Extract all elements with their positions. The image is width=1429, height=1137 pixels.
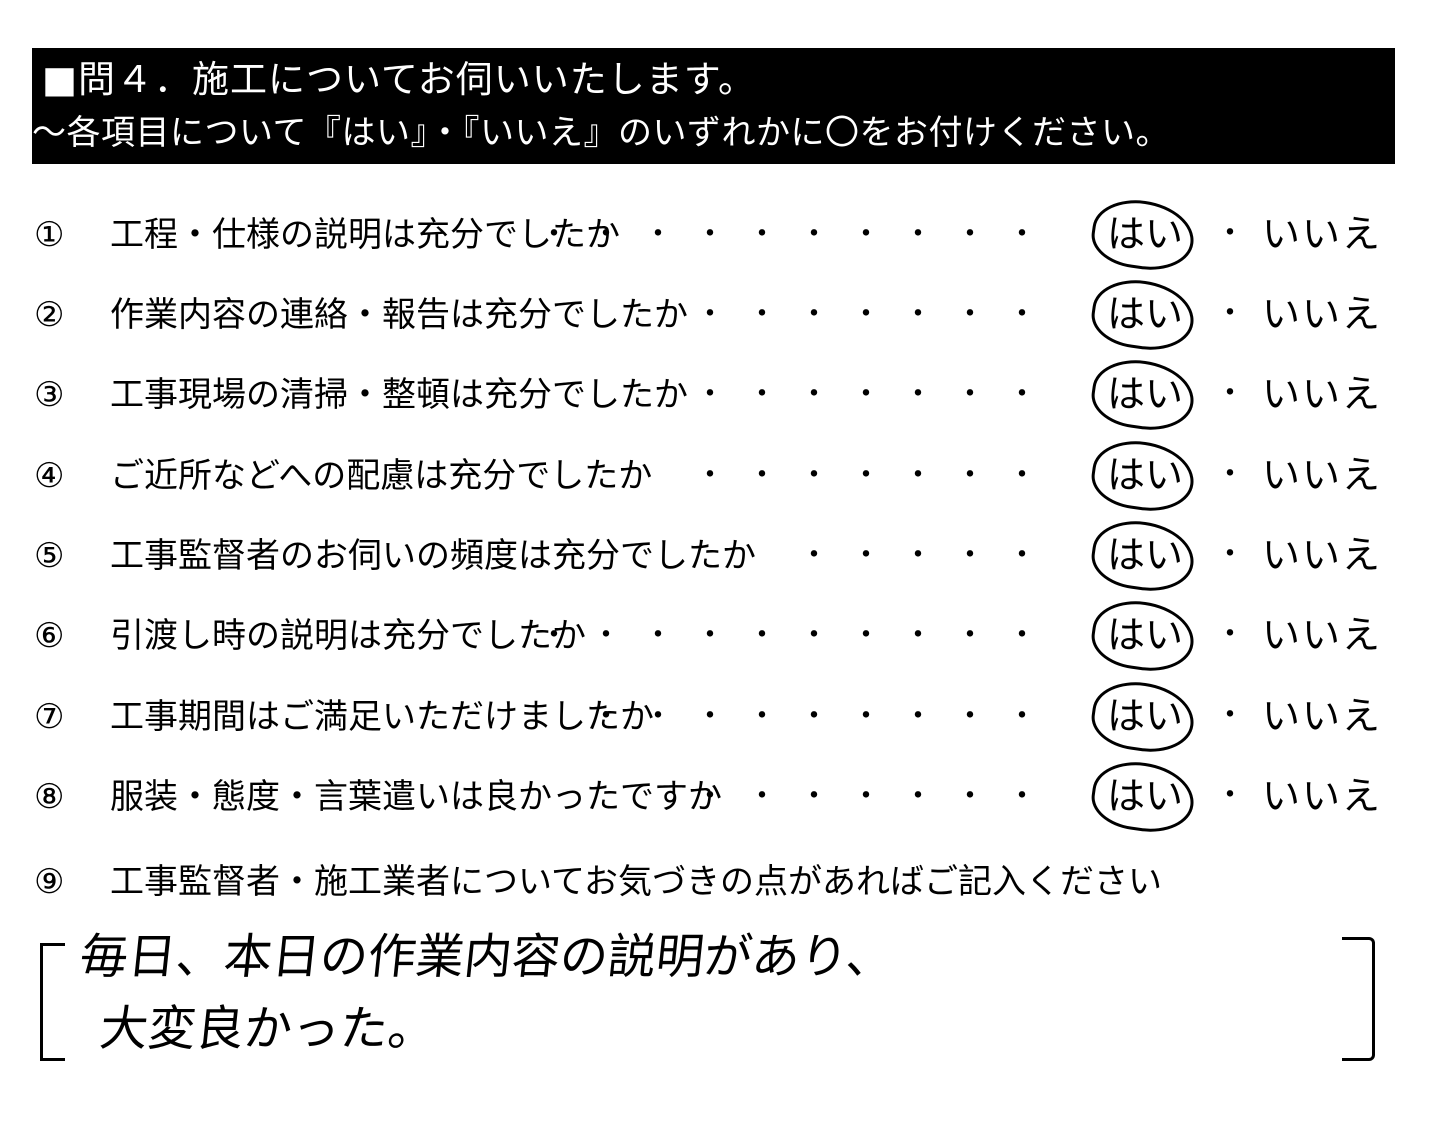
question-text: 工事現場の清掃・整頓は充分でしたか [110, 375, 688, 415]
left-bracket [40, 943, 65, 1061]
question-row: ⑧ 服装・態度・言葉遣いは良かったですか ・・・・・・・ はい・いいえ [0, 767, 1429, 827]
option-separator: ・ [1215, 617, 1245, 652]
answer-no-option[interactable]: いいえ [1262, 773, 1382, 819]
dot-leader: ・・・・・・・ [695, 458, 1059, 493]
answer-no-option[interactable]: いいえ [1262, 371, 1382, 417]
option-separator: ・ [1215, 537, 1245, 572]
dot-leader: ・・・・・・・・・・ [539, 217, 1059, 252]
answer-yes-option[interactable]: はい [1100, 452, 1190, 498]
question-row: ① 工程・仕様の説明は充分でしたか ・・・・・・・・・・ はい・いいえ [0, 205, 1429, 265]
question-text: 服装・態度・言葉遣いは良かったですか [110, 777, 722, 817]
question-number: ③ [34, 375, 65, 415]
question-row: ④ ご近所などへの配慮は充分でしたか ・・・・・・・ はい・いいえ [0, 446, 1429, 506]
answer-yes-option[interactable]: はい [1100, 291, 1190, 337]
option-separator: ・ [1215, 376, 1245, 411]
question-text: 工事監督者のお伺いの頻度は充分でしたか [110, 536, 756, 576]
answer-yes-option[interactable]: はい [1100, 532, 1190, 578]
option-separator: ・ [1215, 216, 1245, 251]
answer-yes-option[interactable]: はい [1100, 211, 1190, 257]
right-bracket [1342, 937, 1375, 1061]
section-header: ■問４．施工についてお伺いいたします。 ～各項目について『はい』・『いいえ』のい… [32, 48, 1395, 164]
section-instructions: ～各項目について『はい』・『いいえ』のいずれかに〇をお付けください。 [32, 113, 1170, 153]
answer-no-option[interactable]: いいえ [1262, 612, 1382, 658]
answer-no-option[interactable]: いいえ [1262, 452, 1382, 498]
dot-leader: ・・・・・・・・・・ [539, 618, 1059, 653]
question-text: 工事監督者・施工業者についてお気づきの点があればご記入ください [110, 862, 1162, 902]
question-number: ⑨ [34, 862, 65, 902]
answer-no-option[interactable]: いいえ [1262, 291, 1382, 337]
handwritten-comment-line-2: 大変良かった。 [97, 1001, 439, 1057]
option-separator: ・ [1215, 296, 1245, 331]
dot-leader: ・・・・・・・ [695, 377, 1059, 412]
question-row: ⑤ 工事監督者のお伺いの頻度は充分でしたか ・・・・・ はい・いいえ [0, 526, 1429, 586]
option-separator: ・ [1215, 457, 1245, 492]
section-title: ■問４．施工についてお伺いいたします。 [42, 58, 757, 101]
question-text: 作業内容の連絡・報告は充分でしたか [110, 295, 688, 335]
question-row: ② 作業内容の連絡・報告は充分でしたか ・・・・・・・ はい・いいえ [0, 285, 1429, 345]
answer-no-option[interactable]: いいえ [1262, 693, 1382, 739]
option-separator: ・ [1215, 778, 1245, 813]
free-comment-box[interactable]: 毎日、本日の作業内容の説明があり、 大変良かった。 [40, 925, 1375, 1065]
answer-yes-option[interactable]: はい [1100, 773, 1190, 819]
question-row: ⑦ 工事期間はご満足いただけましたか ・・・・・・・・・ はい・いいえ [0, 687, 1429, 747]
question-row: ⑥ 引渡し時の説明は充分でしたか ・・・・・・・・・・ はい・いいえ [0, 606, 1429, 666]
question-text: 工事期間はご満足いただけましたか [110, 697, 654, 737]
question-number: ⑧ [34, 777, 65, 817]
question-number: ⑥ [34, 616, 65, 656]
dot-leader: ・・・・・・・ [695, 297, 1059, 332]
question-number: ② [34, 295, 65, 335]
answer-yes-option[interactable]: はい [1100, 612, 1190, 658]
option-separator: ・ [1215, 698, 1245, 733]
answer-no-option[interactable]: いいえ [1262, 532, 1382, 578]
question-number: ⑦ [34, 697, 65, 737]
question-text: 引渡し時の説明は充分でしたか [110, 616, 586, 656]
question-number: ① [34, 215, 65, 255]
question-row: ③ 工事現場の清掃・整頓は充分でしたか ・・・・・・・ はい・いいえ [0, 365, 1429, 425]
dot-leader: ・・・・・ [799, 538, 1059, 573]
dot-leader: ・・・・・・・ [695, 779, 1059, 814]
answer-yes-option[interactable]: はい [1100, 693, 1190, 739]
question-9: ⑨ 工事監督者・施工業者についてお気づきの点があればご記入ください [0, 852, 1429, 902]
question-number: ⑤ [34, 536, 65, 576]
answer-yes-option[interactable]: はい [1100, 371, 1190, 417]
handwritten-comment-line-1: 毎日、本日の作業内容の説明があり、 [77, 929, 898, 985]
question-text: ご近所などへの配慮は充分でしたか [110, 456, 653, 496]
question-number: ④ [34, 456, 65, 496]
dot-leader: ・・・・・・・・・ [591, 699, 1059, 734]
answer-no-option[interactable]: いいえ [1262, 211, 1382, 257]
